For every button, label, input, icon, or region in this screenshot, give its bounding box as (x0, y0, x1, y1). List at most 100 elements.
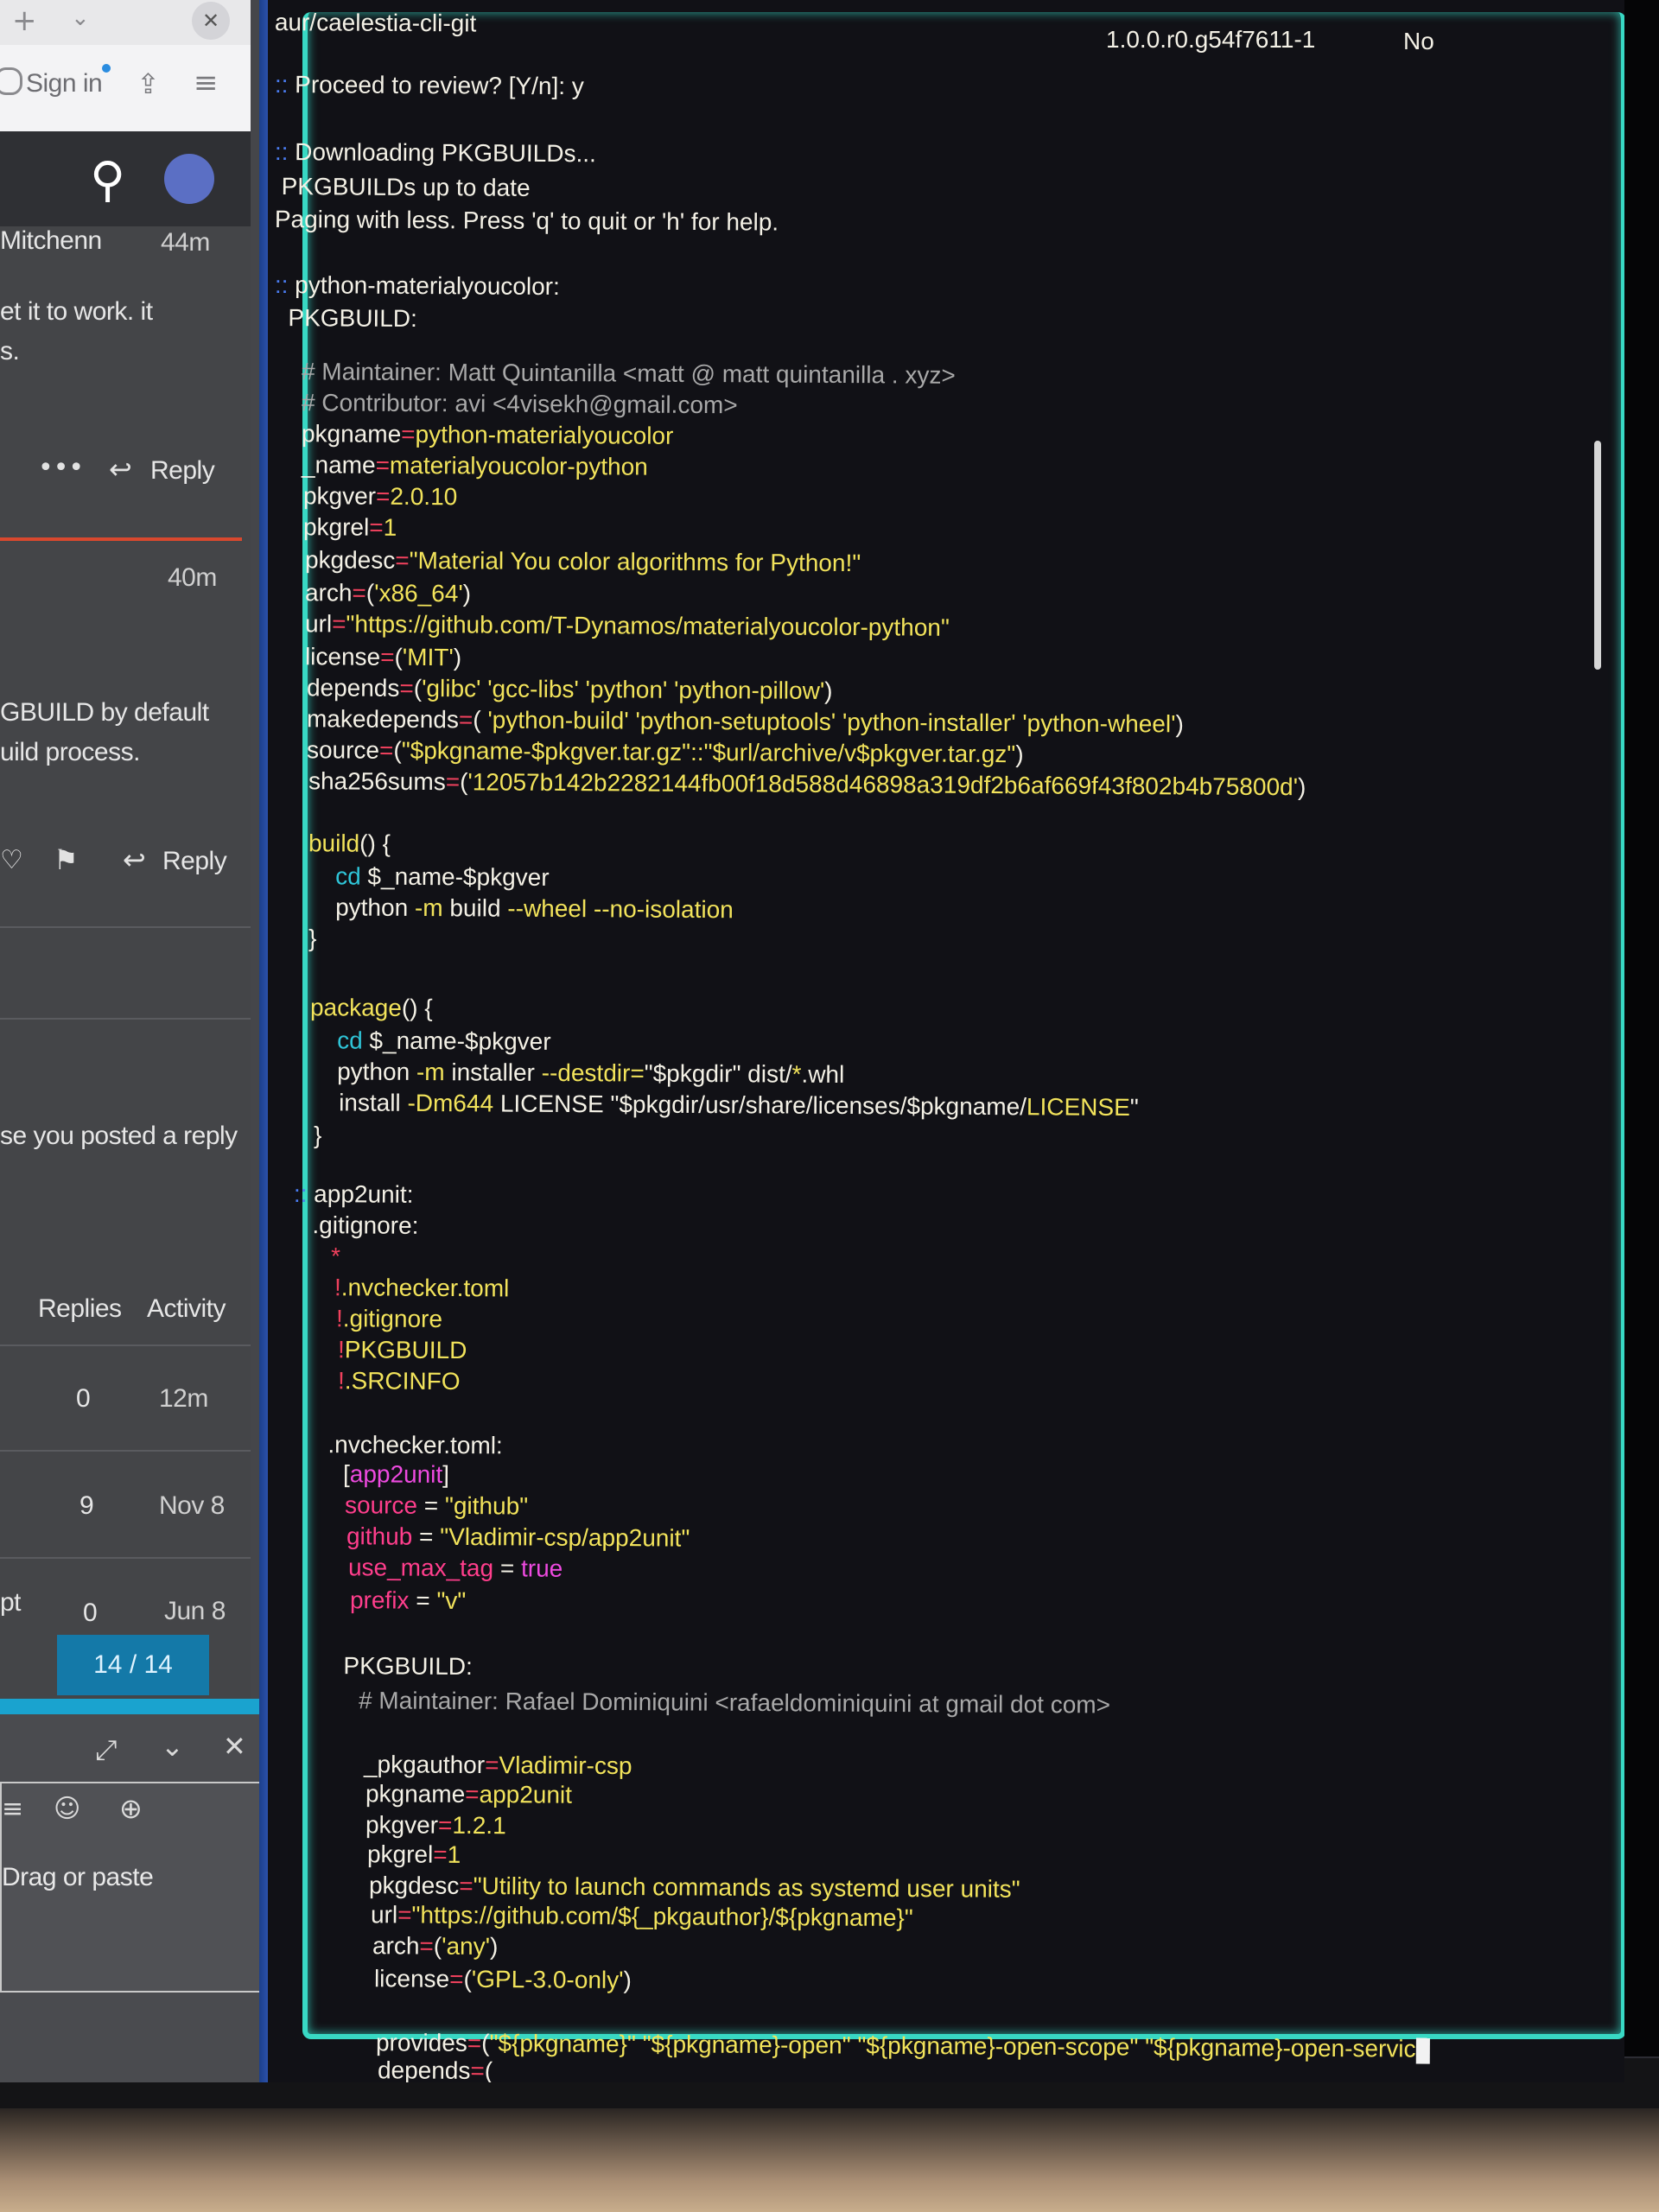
terminal-text-segment: ) (1015, 741, 1024, 768)
reply-icon[interactable]: ↩ (123, 843, 146, 876)
profile-icon[interactable] (0, 67, 22, 95)
terminal-text-segment: Proceed to review? [Y/n]: y (295, 71, 584, 100)
reply-button[interactable]: Reply (150, 456, 215, 486)
terminal-text-segment: "https://github.com/${_pkgauthor}/${pkgn… (411, 1901, 913, 1932)
terminal-line: source = "github" (318, 1490, 528, 1522)
terminal-text-segment: PKGBUILD: (329, 1652, 473, 1681)
terminal-text-segment: .nvchecker.toml: (314, 1431, 503, 1459)
terminal-text-segment: = (378, 736, 394, 764)
close-icon[interactable]: ✕ (223, 1730, 246, 1763)
terminal-text-segment: --destdir= (541, 1058, 645, 1087)
like-icon[interactable]: ♡ (0, 845, 23, 875)
terminal-text-segment: installer (451, 1058, 542, 1086)
terminal-text-segment: 1 (447, 1840, 461, 1868)
terminal-text-segment: ) (623, 1966, 632, 1994)
activity-column-header[interactable]: Activity (147, 1294, 226, 1324)
emoji-icon[interactable]: ☺ (54, 1794, 80, 1824)
terminal-line: } (287, 1120, 322, 1151)
reply-icon[interactable]: ↩ (109, 453, 132, 486)
notification-dot-icon (102, 64, 111, 73)
composer-editor[interactable]: ≡ ☺ ⊕ Drag or paste (0, 1782, 259, 1993)
minimize-icon[interactable]: ⌄ (161, 1730, 184, 1763)
topic-progress-counter[interactable]: 14 / 14 (57, 1635, 209, 1695)
bookmark-icon[interactable]: ⚑ (54, 843, 79, 876)
terminal-line: * (304, 1241, 340, 1272)
chevron-down-icon[interactable]: ⌄ (71, 5, 90, 31)
topic-title-fragment[interactable]: pt (0, 1588, 22, 1618)
terminal-line: python -m build --wheel --no-isolation (282, 892, 734, 925)
terminal-line: !.gitignore (309, 1303, 442, 1335)
avatar[interactable] (164, 154, 214, 204)
terminal-line: :: Downloading PKGBUILDs... (275, 137, 596, 169)
terminal-text-segment: = (397, 1901, 412, 1929)
terminal-line: prefix = "v" (323, 1585, 467, 1617)
terminal-line: _pkgauthor=Vladimir-csp (337, 1749, 632, 1782)
terminal-text-segment: = (437, 1811, 453, 1839)
browser-tab-bar: + ⌄ ✕ (0, 0, 251, 45)
search-icon[interactable]: ⚲ (90, 152, 125, 208)
share-icon[interactable]: ⇪ (137, 67, 160, 100)
terminal-text-segment: # Contributor: avi <4visekh@gmail.com> (274, 388, 738, 419)
terminal-text-segment: LICENSE "$pkgdir/usr/share/licenses/$pkg… (499, 1090, 1027, 1121)
terminal-text-segment: arch (277, 578, 353, 607)
add-icon[interactable]: ⊕ (119, 1792, 143, 1825)
new-tab-icon[interactable]: + (12, 3, 37, 38)
terminal-text-segment: 'glibc' 'gcc-libs' 'python' 'python-pill… (422, 675, 825, 704)
terminal-text-segment: # Maintainer: Rafael Dominiquini <rafael… (331, 1687, 1111, 1719)
forum-header: ⚲ (0, 131, 251, 226)
post-age: 40m (168, 563, 217, 592)
terminal-text-segment: ! (308, 1305, 343, 1332)
terminal-text-segment: .gitignore (342, 1305, 443, 1332)
terminal-line: package() { (283, 992, 433, 1024)
list-icon[interactable]: ≡ (2, 1794, 23, 1824)
post-author[interactable]: Mitchenn (0, 226, 102, 256)
terminal-text-segment: pkgver (276, 481, 377, 510)
browser-window: + ⌄ ✕ Sign in ⇪ ≡ ⚲ Mitchenn 44m et it t… (0, 0, 259, 2082)
reply-button[interactable]: Reply (162, 847, 227, 876)
terminal-line: url="https://github.com/T-Dynamos/materi… (278, 608, 950, 644)
sign-in-link[interactable]: Sign in (26, 69, 103, 99)
close-tab-icon[interactable]: ✕ (192, 2, 230, 40)
terminal-text-segment: depends (279, 673, 400, 702)
composer-placeholder: Drag or paste (2, 1863, 154, 1891)
terminal-text-segment: ! (310, 1367, 345, 1395)
post-excerpt-line: GBUILD by default (0, 698, 209, 727)
terminal-text-segment: PKGBUILDs up to date (274, 172, 531, 201)
terminal-text-segment: () { (359, 830, 391, 857)
expand-icon[interactable]: ⤢ (95, 1733, 118, 1767)
terminal-line: } (282, 923, 317, 954)
terminal-text-segment: _name (274, 450, 376, 479)
terminal-line: build() { (282, 828, 391, 860)
terminal-text-segment: url (343, 1901, 398, 1929)
terminal-text-segment: 'x86_64' (374, 579, 463, 607)
terminal-line: pkgver=1.2.1 (339, 1809, 506, 1841)
terminal-line: !.nvchecker.toml (308, 1272, 510, 1304)
terminal-text-segment: ( (394, 643, 403, 671)
replies-column-header[interactable]: Replies (38, 1294, 122, 1324)
terminal-text-segment: "Utility to launch commands as systemd u… (473, 1872, 1020, 1903)
terminal-scrollbar[interactable] (1594, 441, 1601, 670)
terminal-text-segment: cd (283, 1027, 370, 1054)
terminal-text-segment: "Material You color algorithms for Pytho… (409, 546, 861, 577)
terminal-text-segment: aur/caelestia-cli-git (274, 8, 477, 37)
terminal-text-segment: } (286, 1122, 322, 1149)
terminal-text-segment: ( (460, 768, 468, 796)
topic-activity[interactable]: Nov 8 (159, 1491, 225, 1521)
terminal-text-segment: = (369, 513, 384, 541)
terminal-text-segment: # Maintainer: Matt Quintanilla <matt @ m… (274, 357, 956, 389)
browser-toolbar: Sign in ⇪ ≡ (0, 45, 251, 132)
terminal-text-segment: 2.0.10 (390, 482, 458, 511)
topic-activity[interactable]: Jun 8 (164, 1597, 226, 1626)
terminal-line: use_max_tag = true (321, 1552, 563, 1585)
terminal-line: url="https://github.com/${_pkgauthor}/${… (344, 1899, 913, 1934)
terminal-text-segment: .nvchecker.toml (340, 1274, 510, 1302)
more-options-icon[interactable]: ••• (38, 453, 84, 483)
terminal-text-segment: "$pkgdir" dist/ (644, 1059, 792, 1088)
topic-activity[interactable]: 12m (159, 1384, 208, 1414)
terminal-text-segment: = (433, 1840, 448, 1868)
terminal-text-segment: PKGBUILD (344, 1336, 467, 1364)
terminal-line: !PKGBUILD (311, 1334, 467, 1366)
terminal-text-segment: "https://github.com/T-Dynamos/materialyo… (346, 610, 950, 641)
terminal-line: pkgname=app2unit (339, 1778, 572, 1811)
menu-icon[interactable]: ≡ (194, 66, 219, 100)
